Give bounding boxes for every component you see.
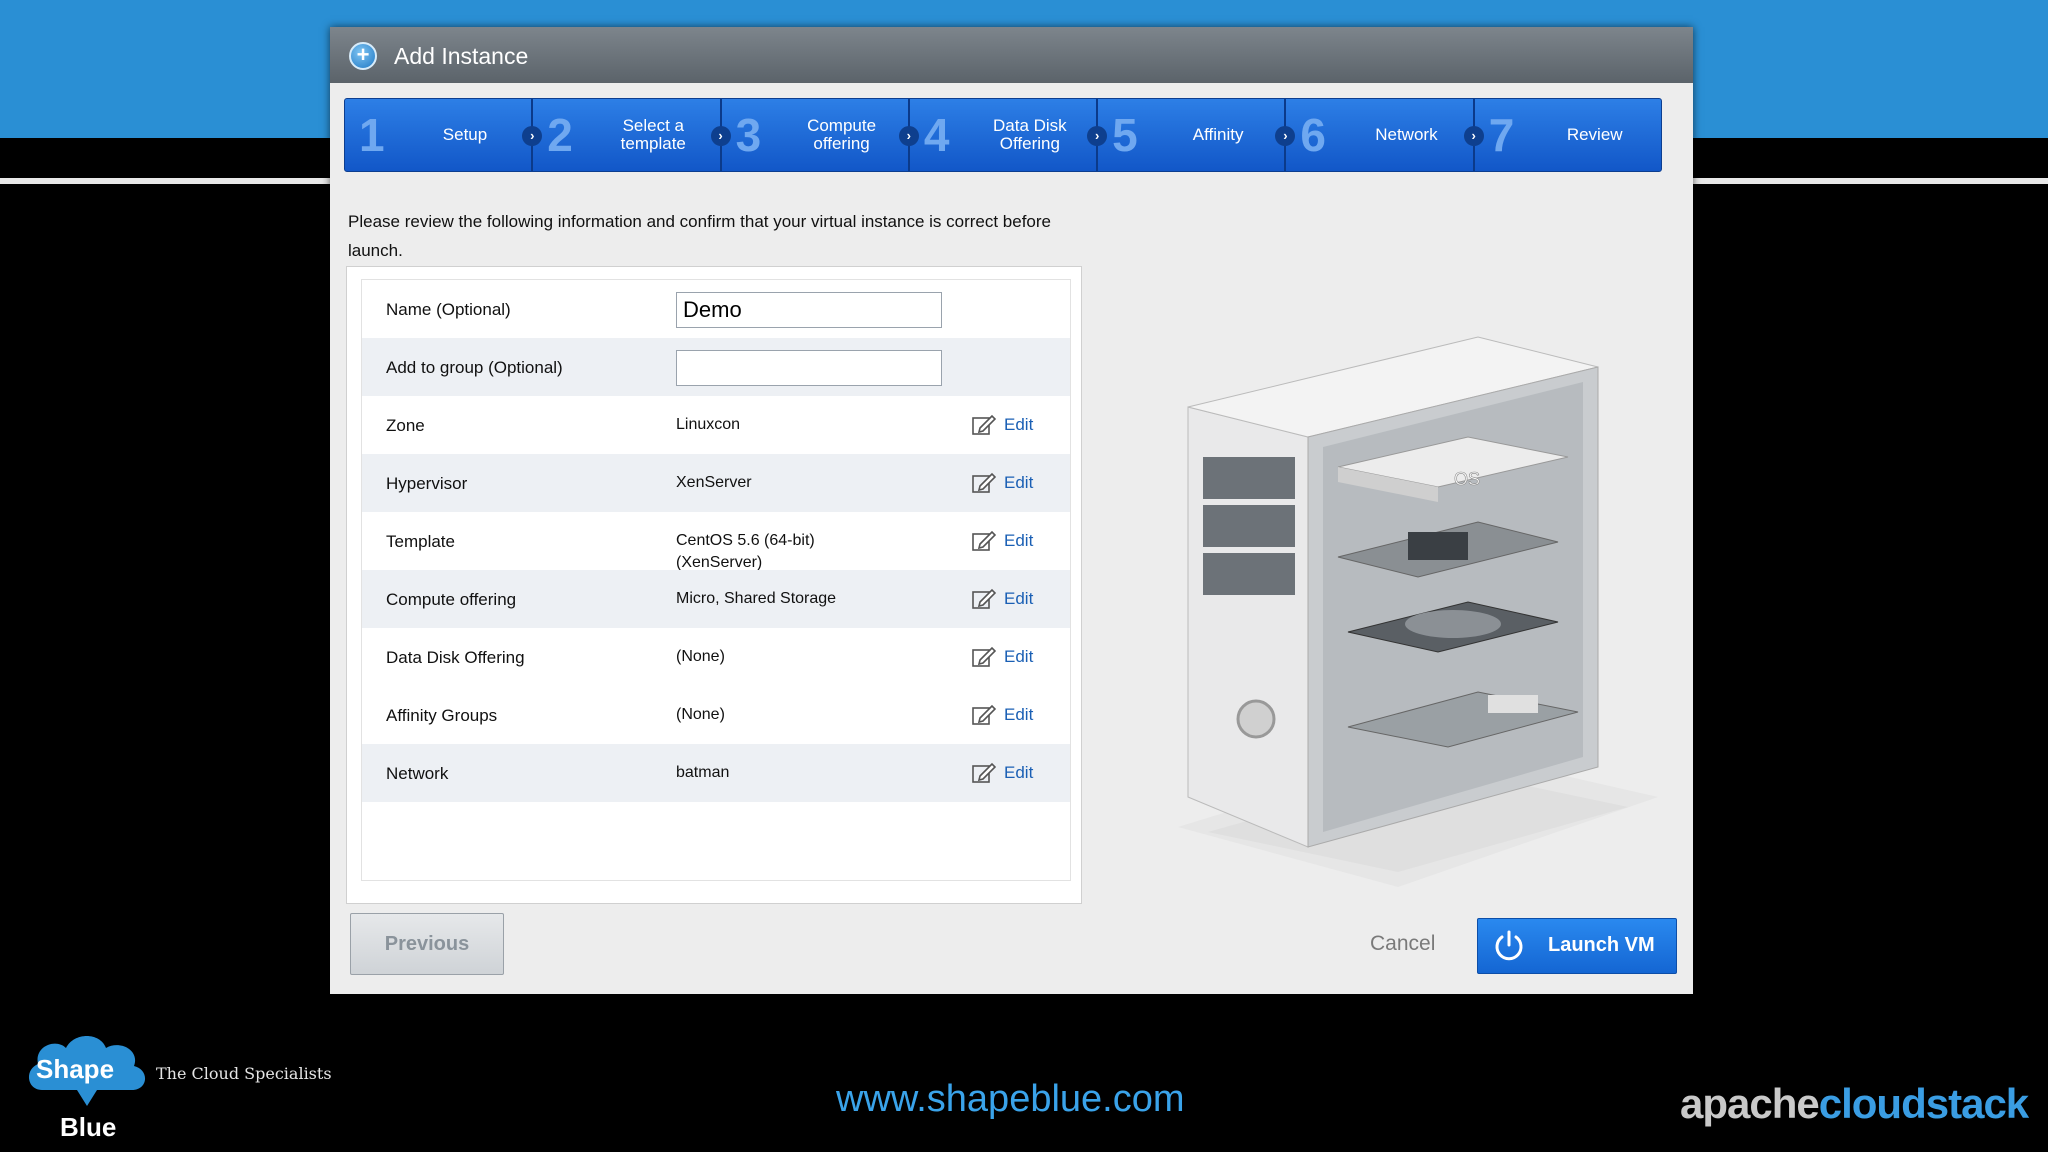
logo-text-bottom: Blue <box>60 1112 116 1142</box>
step-number: 6 <box>1300 109 1326 161</box>
step-number: 7 <box>1488 109 1515 161</box>
row-value: Linuxcon <box>676 416 741 433</box>
row-label: Compute offering <box>386 590 517 609</box>
review-row-data-disk-offering: Data Disk Offering (None) Edit <box>362 628 1070 686</box>
step-number: 4 <box>923 109 950 161</box>
row-label: Hypervisor <box>386 474 468 493</box>
row-value: (None) <box>676 706 725 723</box>
review-panel: Name (Optional) Add to group (Optional) … <box>346 266 1082 904</box>
edit-label: Edit <box>1004 705 1034 724</box>
step-label: Data Disk Offering <box>993 116 1067 153</box>
website-link[interactable]: www.shapeblue.com <box>836 1078 1185 1121</box>
step-label: Select a template <box>620 116 686 153</box>
dialog-titlebar: + Add Instance <box>330 27 1693 83</box>
edit-icon <box>972 588 996 609</box>
edit-data-disk-link[interactable]: Edit <box>972 646 1033 668</box>
chevron-right-icon: › <box>1463 126 1484 146</box>
edit-template-link[interactable]: Edit <box>972 530 1033 552</box>
step-number: 5 <box>1112 109 1138 161</box>
edit-label: Edit <box>1004 589 1034 608</box>
row-value: batman <box>676 764 730 781</box>
group-input[interactable] <box>676 350 942 386</box>
chevron-right-icon: › <box>1087 126 1108 146</box>
cancel-button[interactable]: Cancel <box>1370 932 1435 956</box>
server-illustration: OS <box>1178 336 1658 887</box>
review-row-network: Network batman Edit <box>362 744 1070 802</box>
os-label: OS <box>1454 469 1480 489</box>
edit-icon <box>972 414 996 435</box>
edit-label: Edit <box>1004 763 1034 782</box>
wizard-steps: 1 Setup › 2 Select a template › 3 Comput… <box>344 98 1662 172</box>
review-instructions: Please review the following information … <box>348 212 1052 260</box>
row-label: Affinity Groups <box>386 706 498 725</box>
edit-network-link[interactable]: Edit <box>972 762 1033 784</box>
edit-icon <box>972 704 996 725</box>
step-number: 2 <box>547 109 573 161</box>
row-label: Network <box>386 764 449 783</box>
power-icon <box>1495 930 1523 961</box>
launch-vm-label: Launch VM <box>1548 934 1655 956</box>
step-compute-offering[interactable]: 3 Compute offering › <box>722 99 919 171</box>
step-label: Network <box>1375 125 1438 144</box>
add-icon: + <box>349 42 377 70</box>
brand-part-1: apache <box>1680 1080 1820 1127</box>
edit-icon <box>972 762 996 783</box>
edit-label: Edit <box>1004 647 1034 666</box>
step-select-template[interactable]: 2 Select a template › <box>533 99 731 171</box>
review-row-zone: Zone Linuxcon Edit <box>362 396 1070 454</box>
chevron-right-icon: › <box>710 126 731 146</box>
step-network[interactable]: 6 Network › <box>1286 99 1484 171</box>
logo-text-top: Shape <box>36 1054 114 1084</box>
name-input[interactable] <box>676 292 942 328</box>
dialog-title: Add Instance <box>394 43 529 69</box>
review-row-name: Name (Optional) <box>362 280 1070 338</box>
review-row-group: Add to group (Optional) <box>362 338 1070 396</box>
step-affinity[interactable]: 5 Affinity › <box>1098 99 1296 171</box>
step-label: Setup <box>442 125 488 144</box>
edit-icon <box>972 530 996 551</box>
launch-vm-button[interactable]: Launch VM <box>1477 918 1677 974</box>
edit-zone-link[interactable]: Edit <box>972 414 1033 436</box>
row-label: Zone <box>386 416 425 435</box>
step-setup[interactable]: 1 Setup › <box>345 99 543 171</box>
review-row-hypervisor: Hypervisor XenServer Edit <box>362 454 1070 512</box>
review-list: Name (Optional) Add to group (Optional) … <box>361 279 1071 881</box>
brand-part-2: cloudstack <box>1818 1080 2029 1127</box>
review-row-affinity-groups: Affinity Groups (None) Edit <box>362 686 1070 744</box>
row-value: Micro, Shared Storage <box>676 590 837 607</box>
name-label: Name (Optional) <box>386 300 511 319</box>
row-value: (None) <box>676 648 725 665</box>
row-label: Data Disk Offering <box>386 648 525 667</box>
edit-label: Edit <box>1004 473 1034 492</box>
edit-affinity-link[interactable]: Edit <box>972 704 1033 726</box>
edit-icon <box>972 646 996 667</box>
add-instance-dialog: + Add Instance 1 Setup › 2 Select a temp… <box>330 27 1693 994</box>
step-label: Affinity <box>1192 125 1244 144</box>
chevron-right-icon: › <box>898 126 919 146</box>
previous-button[interactable]: Previous <box>350 913 504 975</box>
edit-label: Edit <box>1004 415 1034 434</box>
step-number: 3 <box>735 109 762 161</box>
row-label: Template <box>386 532 455 551</box>
step-label: Compute offering <box>807 116 877 153</box>
apache-cloudstack-logo: apachecloudstack <box>1680 1080 2029 1128</box>
edit-icon <box>972 472 996 493</box>
step-label: Review <box>1566 125 1623 144</box>
row-value: XenServer <box>676 474 752 491</box>
step-review[interactable]: 7 Review <box>1475 99 1661 171</box>
shapeblue-logo: Shape Blue <box>28 1036 146 1142</box>
row-value: CentOS 5.6 (64-bit) (XenServer) <box>676 532 815 571</box>
edit-label: Edit <box>1004 531 1034 550</box>
group-label: Add to group (Optional) <box>386 358 563 377</box>
logo-tagline: The Cloud Specialists <box>156 1064 332 1083</box>
step-number: 1 <box>359 109 385 161</box>
review-row-compute-offering: Compute offering Micro, Shared Storage E… <box>362 570 1070 628</box>
edit-compute-offering-link[interactable]: Edit <box>972 588 1033 610</box>
edit-hypervisor-link[interactable]: Edit <box>972 472 1033 494</box>
review-row-template: Template CentOS 5.6 (64-bit) (XenServer)… <box>362 512 1070 571</box>
step-data-disk-offering[interactable]: 4 Data Disk Offering › <box>910 99 1108 171</box>
